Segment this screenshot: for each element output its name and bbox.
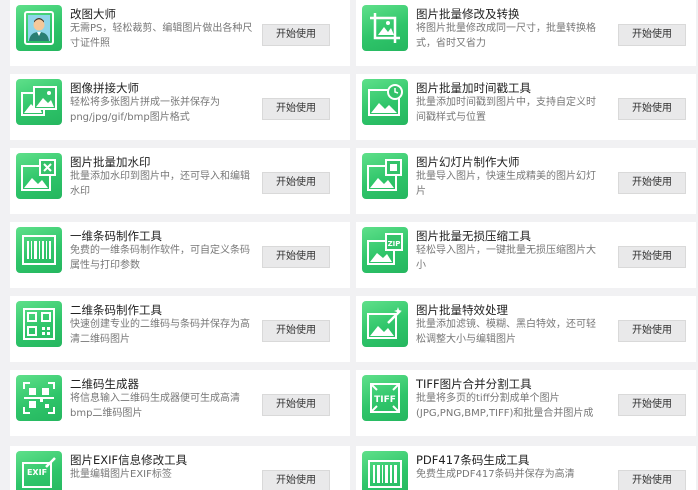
start-button[interactable]: 开始使用 [262, 98, 330, 120]
tool-title: 一维条码制作工具 [70, 229, 162, 243]
magic-wand-icon [362, 301, 408, 347]
svg-text:TIFF: TIFF [374, 395, 396, 405]
tool-description: 批量将多页的tiff分割成单个图片(JPG,PNG,BMP,TIFF)和批量合并… [416, 393, 594, 419]
start-button[interactable]: 开始使用 [618, 320, 686, 342]
tool-card-effects[interactable]: 图片批量特效处理 批量添加滤镜、模糊、黑白特效，还可轻松调整大小与编辑图片 开始… [356, 296, 696, 362]
exif-icon: EXIF [16, 451, 62, 490]
tool-title: 图片批量无损压缩工具 [416, 229, 531, 243]
start-button[interactable]: 开始使用 [262, 394, 330, 416]
tool-description: 批量编辑图片EXIF标签 [70, 469, 172, 480]
image-clock-icon [362, 79, 408, 125]
start-button[interactable]: 开始使用 [262, 246, 330, 268]
start-button[interactable]: 开始使用 [618, 24, 686, 46]
slideshow-icon [362, 153, 408, 199]
start-button[interactable]: 开始使用 [262, 24, 330, 46]
tool-card-pdf417[interactable]: PDF417条码生成工具 免费生成PDF417条码并保存为高清 开始使用 [356, 446, 696, 490]
svg-text:ZIP: ZIP [388, 240, 401, 248]
tool-description: 快速创建专业的二维码与条码并保存为高清二维码图片 [70, 319, 250, 345]
crop-icon [362, 5, 408, 51]
tool-description: 免费生成PDF417条码并保存为高清 [416, 469, 575, 480]
tool-title: 图片批量加时间戳工具 [416, 81, 531, 95]
tool-card-tiff[interactable]: TIFF TIFF图片合并分割工具 批量将多页的tiff分割成单个图片(JPG,… [356, 370, 696, 436]
tool-description: 将图片批量修改成同一尺寸，批量转换格式，省时又省力 [416, 23, 596, 49]
tool-card-compress[interactable]: ZIP 图片批量无损压缩工具 轻松导入图片，一键批量无损压缩图片大小 开始使用 [356, 222, 696, 288]
tool-title: PDF417条码生成工具 [416, 453, 530, 467]
tool-title: 图片批量特效处理 [416, 303, 508, 317]
start-button[interactable]: 开始使用 [618, 394, 686, 416]
tool-card-exif[interactable]: EXIF 图片EXIF信息修改工具 批量编辑图片EXIF标签 开始使用 [10, 446, 350, 490]
start-button[interactable]: 开始使用 [618, 470, 686, 490]
image-stitch-icon [16, 79, 62, 125]
tool-description: 将信息输入二维码生成器便可生成高清bmp二维码图片 [70, 393, 240, 419]
qr-code-icon [16, 301, 62, 347]
tool-card-id-photo[interactable]: 改图大师 无需PS，轻松裁剪、编辑图片做出各种尺寸证件照 开始使用 [10, 0, 350, 66]
tool-card-batch-resize[interactable]: 图片批量修改及转换 将图片批量修改成同一尺寸，批量转换格式，省时又省力 开始使用 [356, 0, 696, 66]
start-button[interactable]: 开始使用 [618, 172, 686, 194]
tool-title: 二维条码制作工具 [70, 303, 162, 317]
start-button[interactable]: 开始使用 [262, 470, 330, 490]
pdf417-icon [362, 451, 408, 490]
tool-card-barcode[interactable]: 一维条码制作工具 免费的一维条码制作软件，可自定义条码属性与打印参数 开始使用 [10, 222, 350, 288]
tool-card-qr-generator[interactable]: 二维码生成器 将信息输入二维码生成器便可生成高清bmp二维码图片 开始使用 [10, 370, 350, 436]
tool-description: 免费的一维条码制作软件，可自定义条码属性与打印参数 [70, 245, 250, 271]
tool-description: 轻松导入图片，一键批量无损压缩图片大小 [416, 245, 596, 271]
svg-text:EXIF: EXIF [27, 468, 47, 477]
tool-title: 图片幻灯片制作大师 [416, 155, 520, 169]
tool-description: 轻松将多张图片拼成一张并保存为png/jpg/gif/bmp图片格式 [70, 97, 220, 123]
tool-card-image-stitch[interactable]: 图像拼接大师 轻松将多张图片拼成一张并保存为png/jpg/gif/bmp图片格… [10, 74, 350, 140]
barcode-icon [16, 227, 62, 273]
tool-card-qr-maker[interactable]: 二维条码制作工具 快速创建专业的二维码与条码并保存为高清二维码图片 开始使用 [10, 296, 350, 362]
tool-title: 二维码生成器 [70, 377, 139, 391]
start-button[interactable]: 开始使用 [262, 172, 330, 194]
tool-card-timestamp[interactable]: 图片批量加时间戳工具 批量添加时间戳到图片中，支持自定义时间戳样式与位置 开始使… [356, 74, 696, 140]
tool-title: TIFF图片合并分割工具 [416, 377, 532, 391]
watermark-icon [16, 153, 62, 199]
tool-card-watermark[interactable]: 图片批量加水印 批量添加水印到图片中，还可导入和编辑水印 开始使用 [10, 148, 350, 214]
tool-title: 图片批量修改及转换 [416, 7, 520, 21]
tool-card-slideshow[interactable]: 图片幻灯片制作大师 批量导入图片，快速生成精美的图片幻灯片 开始使用 [356, 148, 696, 214]
tool-description: 批量导入图片，快速生成精美的图片幻灯片 [416, 171, 596, 197]
tiff-icon: TIFF [362, 375, 408, 421]
tool-title: 图片EXIF信息修改工具 [70, 453, 188, 467]
zip-image-icon: ZIP [362, 227, 408, 273]
start-button[interactable]: 开始使用 [618, 98, 686, 120]
start-button[interactable]: 开始使用 [262, 320, 330, 342]
tools-grid: 改图大师 无需PS，轻松裁剪、编辑图片做出各种尺寸证件照 开始使用 图片批量修改… [0, 0, 698, 490]
tool-title: 图片批量加水印 [70, 155, 151, 169]
qr-generator-icon [16, 375, 62, 421]
tool-description: 批量添加水印到图片中，还可导入和编辑水印 [70, 171, 250, 197]
tool-title: 改图大师 [70, 7, 116, 21]
tool-description: 批量添加滤镜、模糊、黑白特效，还可轻松调整大小与编辑图片 [416, 319, 596, 345]
tool-title: 图像拼接大师 [70, 81, 139, 95]
id-photo-icon [16, 5, 62, 51]
start-button[interactable]: 开始使用 [618, 246, 686, 268]
tool-description: 批量添加时间戳到图片中，支持自定义时间戳样式与位置 [416, 97, 596, 123]
tool-description: 无需PS，轻松裁剪、编辑图片做出各种尺寸证件照 [70, 23, 253, 49]
